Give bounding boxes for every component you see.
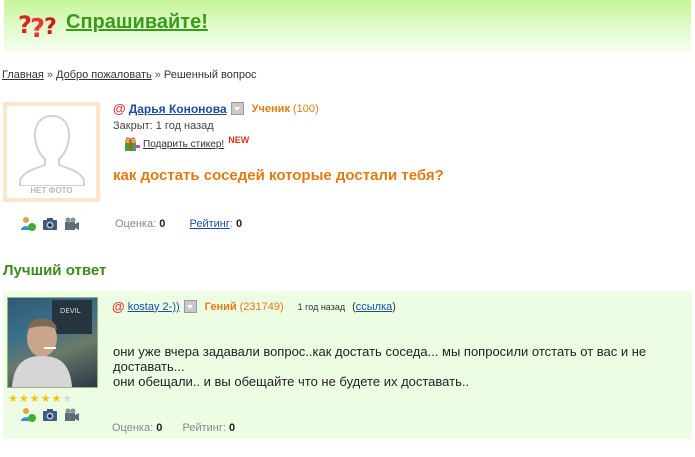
no-photo-label: НЕТ ФОТО [30,186,73,195]
rating-value: 0 [156,422,163,434]
question-title: как достать соседей которые достали тебя… [113,167,444,184]
answerer-rating-stars: ★ ★ ★ ★ ★ ★ [8,394,72,405]
question-closed-status: Закрыт: 1 год назад [113,120,214,132]
star-icon: ★ [29,393,40,405]
rating-value: 0 [159,218,166,230]
score-value: 0 [235,218,243,230]
best-answer-heading: Лучший ответ [3,262,107,279]
score-label: Рейтинг: [182,422,226,434]
video-camera-icon[interactable] [64,216,80,232]
svg-text:DEVIL: DEVIL [60,307,81,315]
add-friend-icon[interactable] [20,407,36,423]
gift-sticker: Подарить стикер! NEW [124,134,250,152]
answer-link[interactable]: ссылка [356,301,393,313]
photo-camera-icon[interactable] [42,216,58,232]
answer-author-line: @ kostay 2-)) Гений (231749) 1 год назад… [112,299,396,314]
site-header: ? ? ? Спрашивайте! [4,0,691,52]
site-title-link[interactable]: Спрашивайте! [66,11,208,34]
score-link[interactable]: Рейтинг [189,218,229,230]
star-icon: ★ [18,393,29,405]
rating-label: Оценка: [115,218,157,230]
star-icon: ★ [8,393,18,405]
gift-sticker-link[interactable]: Подарить стикер! [143,139,224,150]
star-icon: ★ [51,393,62,405]
answerer-actions [20,407,80,423]
question-author-link[interactable]: Дарья Кононова [129,102,227,116]
svg-text:?: ? [44,15,57,39]
answer-text-line: они уже вчера задавали вопрос..как доста… [113,344,647,374]
breadcrumb: Главная» Добро пожаловать» Решенный вопрос [2,69,257,81]
breadcrumb-separator: » [154,69,161,81]
breadcrumb-welcome-link[interactable]: Добро пожаловать [56,69,152,81]
best-answer-block: DEVIL ★ ★ ★ ★ ★ ★ @ kostay 2-)) Гений (2… [3,291,692,439]
author-rank: Ученик [251,102,290,115]
answer-text-line: они обещали.. и вы обещайте что не будет… [113,374,470,389]
question-rating: Оценка: 0 Рейтинг: 0 [115,218,242,230]
author-points: (100) [292,102,319,115]
at-icon: @ [112,299,125,314]
answer-time: 1 год назад [297,301,346,312]
answerer-menu-dropdown[interactable] [183,300,197,313]
breadcrumb-current: Решенный вопрос [163,69,257,81]
person-photo-icon: DEVIL [12,300,92,387]
breadcrumb-home-link[interactable]: Главная [2,69,44,81]
gift-icon[interactable] [124,137,140,152]
answer-rating: Оценка: 0 Рейтинг: 0 [112,422,235,434]
score-value: 0 [228,422,236,434]
answerer-points: (231749) [239,300,284,313]
silhouette-icon [19,114,85,186]
question-marks-logo-icon[interactable]: ? ? ? [18,9,62,39]
answer-text: они уже вчера задавали вопрос..как доста… [113,344,689,389]
rating-label: Оценка: [112,422,154,434]
svg-text:?: ? [30,14,45,39]
answer-author-link[interactable]: kostay 2-)) [128,301,180,313]
author-actions [20,216,80,232]
add-friend-icon[interactable] [20,216,36,232]
answerer-avatar[interactable]: DEVIL [7,297,98,388]
answer-permalink: (ссылка) [352,300,396,313]
author-menu-dropdown[interactable] [230,102,244,115]
breadcrumb-separator: » [46,69,53,81]
answerer-rank: Гений [204,300,237,313]
star-icon: ★ [40,393,51,405]
question-author-line: @ Дарья Кононова Ученик (100) [113,101,319,116]
score-colon: : [229,218,233,230]
at-icon: @ [113,101,126,116]
new-badge: NEW [228,134,250,145]
photo-camera-icon[interactable] [42,407,58,423]
star-empty-icon: ★ [62,393,73,405]
author-photo-placeholder[interactable]: НЕТ ФОТО [3,102,100,202]
video-camera-icon[interactable] [64,407,80,423]
